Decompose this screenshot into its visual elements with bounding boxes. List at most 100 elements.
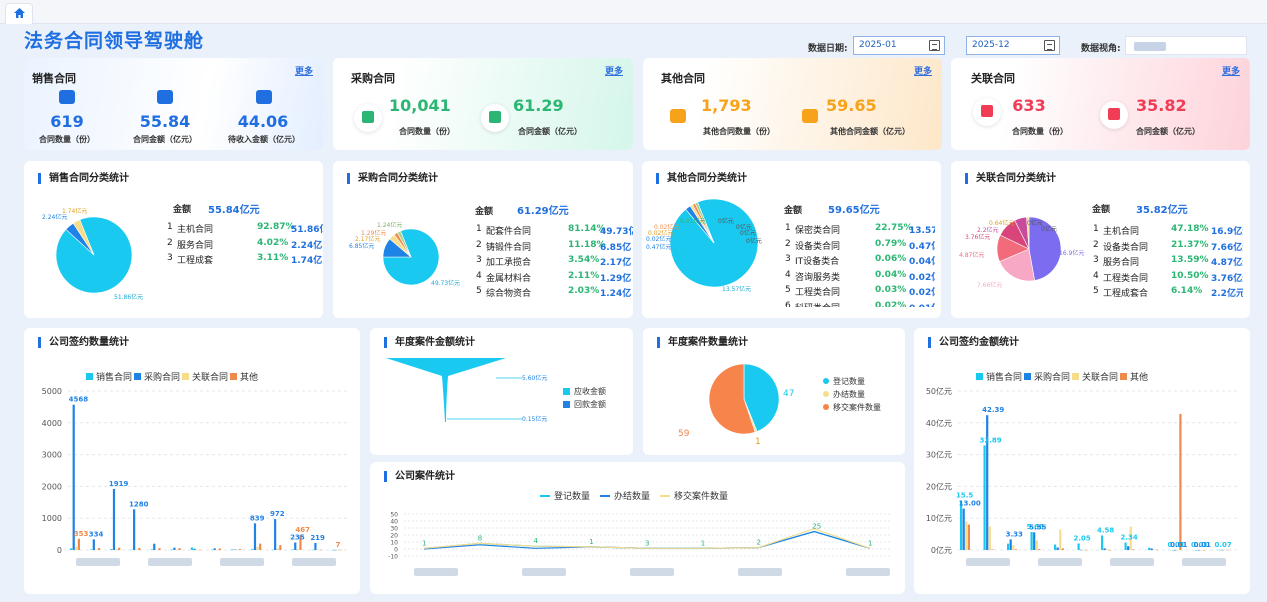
bar[interactable] bbox=[334, 549, 337, 551]
bar[interactable] bbox=[1030, 532, 1033, 550]
bar[interactable] bbox=[150, 549, 153, 550]
bar[interactable] bbox=[1153, 549, 1156, 550]
date-from-picker[interactable]: 2025-01 bbox=[853, 36, 945, 55]
legend-item[interactable]: 应收金额 bbox=[574, 386, 606, 396]
more-link[interactable]: 更多 bbox=[605, 64, 623, 77]
bar[interactable] bbox=[319, 549, 322, 551]
bar[interactable] bbox=[291, 549, 294, 551]
bar[interactable] bbox=[1179, 413, 1182, 550]
bar[interactable] bbox=[90, 549, 93, 550]
bar[interactable] bbox=[231, 549, 234, 550]
bar[interactable] bbox=[75, 546, 78, 550]
bar[interactable] bbox=[1200, 549, 1203, 551]
bar[interactable] bbox=[1221, 549, 1224, 551]
bar[interactable] bbox=[1174, 549, 1177, 551]
bar[interactable] bbox=[294, 542, 297, 550]
bar[interactable] bbox=[233, 549, 236, 551]
bar[interactable] bbox=[1195, 549, 1198, 551]
date-to-picker[interactable]: 2025-12 bbox=[966, 36, 1060, 55]
legend-item[interactable]: 办结数量 bbox=[614, 490, 650, 502]
bar[interactable] bbox=[213, 548, 216, 550]
bar[interactable] bbox=[238, 549, 242, 550]
legend-item[interactable]: 其他 bbox=[240, 371, 258, 383]
bar[interactable] bbox=[1103, 548, 1106, 550]
bar[interactable] bbox=[112, 488, 116, 550]
bar[interactable] bbox=[279, 545, 282, 550]
bar[interactable] bbox=[296, 549, 299, 550]
bar[interactable] bbox=[1056, 547, 1059, 550]
bar[interactable] bbox=[153, 543, 156, 550]
bar[interactable] bbox=[337, 549, 340, 551]
bar[interactable] bbox=[1054, 544, 1057, 550]
calendar-icon[interactable] bbox=[929, 40, 940, 51]
bar[interactable] bbox=[72, 404, 75, 550]
bar[interactable] bbox=[1171, 549, 1174, 551]
bar[interactable] bbox=[1007, 543, 1010, 550]
bar[interactable] bbox=[190, 547, 194, 550]
bar[interactable] bbox=[276, 548, 279, 550]
bar[interactable] bbox=[251, 549, 254, 550]
bar[interactable] bbox=[178, 548, 181, 550]
bar[interactable] bbox=[314, 543, 317, 550]
bar[interactable] bbox=[138, 548, 141, 550]
bar[interactable] bbox=[1218, 549, 1221, 551]
bar[interactable] bbox=[92, 539, 95, 550]
bar[interactable] bbox=[1197, 549, 1200, 551]
bar[interactable] bbox=[1033, 532, 1036, 550]
bar[interactable] bbox=[1009, 539, 1012, 550]
bar[interactable] bbox=[218, 548, 221, 550]
bar[interactable] bbox=[1077, 543, 1080, 550]
bar[interactable] bbox=[135, 549, 138, 550]
bar[interactable] bbox=[95, 549, 98, 550]
bar[interactable] bbox=[991, 549, 994, 550]
legend-item[interactable]: 采购合同 bbox=[1034, 371, 1070, 383]
legend-item[interactable]: 移交案件数量 bbox=[833, 402, 881, 412]
bar[interactable] bbox=[1150, 548, 1153, 550]
bar[interactable] bbox=[1059, 529, 1062, 550]
bar[interactable] bbox=[175, 549, 179, 551]
bar[interactable] bbox=[97, 548, 101, 550]
legend-item[interactable]: 销售合同 bbox=[96, 371, 132, 383]
bar[interactable] bbox=[1155, 549, 1158, 551]
legend-item[interactable]: 登记数量 bbox=[833, 376, 865, 386]
bar[interactable] bbox=[256, 546, 259, 550]
bar[interactable] bbox=[133, 509, 136, 550]
more-link[interactable]: 更多 bbox=[914, 64, 932, 77]
bar[interactable] bbox=[193, 548, 196, 550]
bar[interactable] bbox=[216, 549, 219, 551]
legend-item[interactable]: 销售合同 bbox=[986, 371, 1022, 383]
bar[interactable] bbox=[962, 508, 965, 550]
legend-item[interactable]: 登记数量 bbox=[554, 490, 590, 502]
legend-item[interactable]: 办结数量 bbox=[833, 389, 865, 399]
bar[interactable] bbox=[158, 548, 161, 550]
home-tab[interactable] bbox=[5, 3, 33, 24]
bar[interactable] bbox=[339, 549, 342, 551]
bar[interactable] bbox=[196, 549, 199, 551]
bar[interactable] bbox=[155, 549, 158, 551]
view-select[interactable] bbox=[1125, 36, 1247, 55]
bar[interactable] bbox=[211, 549, 214, 551]
bar[interactable] bbox=[1148, 547, 1151, 550]
bar[interactable] bbox=[1082, 549, 1085, 551]
bar[interactable] bbox=[1085, 549, 1088, 551]
bar[interactable] bbox=[77, 538, 80, 550]
bar[interactable] bbox=[1101, 535, 1104, 550]
bar[interactable] bbox=[198, 549, 201, 551]
more-link[interactable]: 更多 bbox=[295, 64, 313, 77]
bar[interactable] bbox=[173, 547, 176, 550]
legend-item[interactable]: 关联合同 bbox=[1082, 371, 1118, 383]
bar[interactable] bbox=[259, 543, 262, 550]
bar[interactable] bbox=[1012, 545, 1015, 550]
bar[interactable] bbox=[130, 549, 133, 551]
bar[interactable] bbox=[70, 548, 73, 550]
more-link[interactable]: 更多 bbox=[1222, 64, 1240, 77]
bar[interactable] bbox=[1176, 549, 1179, 551]
bar[interactable] bbox=[988, 526, 991, 550]
bar[interactable] bbox=[1202, 549, 1205, 551]
bar[interactable] bbox=[274, 519, 277, 550]
bar[interactable] bbox=[253, 523, 257, 550]
bar[interactable] bbox=[1038, 549, 1041, 550]
bar[interactable] bbox=[967, 524, 970, 550]
legend-item[interactable]: 关联合同 bbox=[192, 371, 228, 383]
bar[interactable] bbox=[1080, 549, 1083, 551]
